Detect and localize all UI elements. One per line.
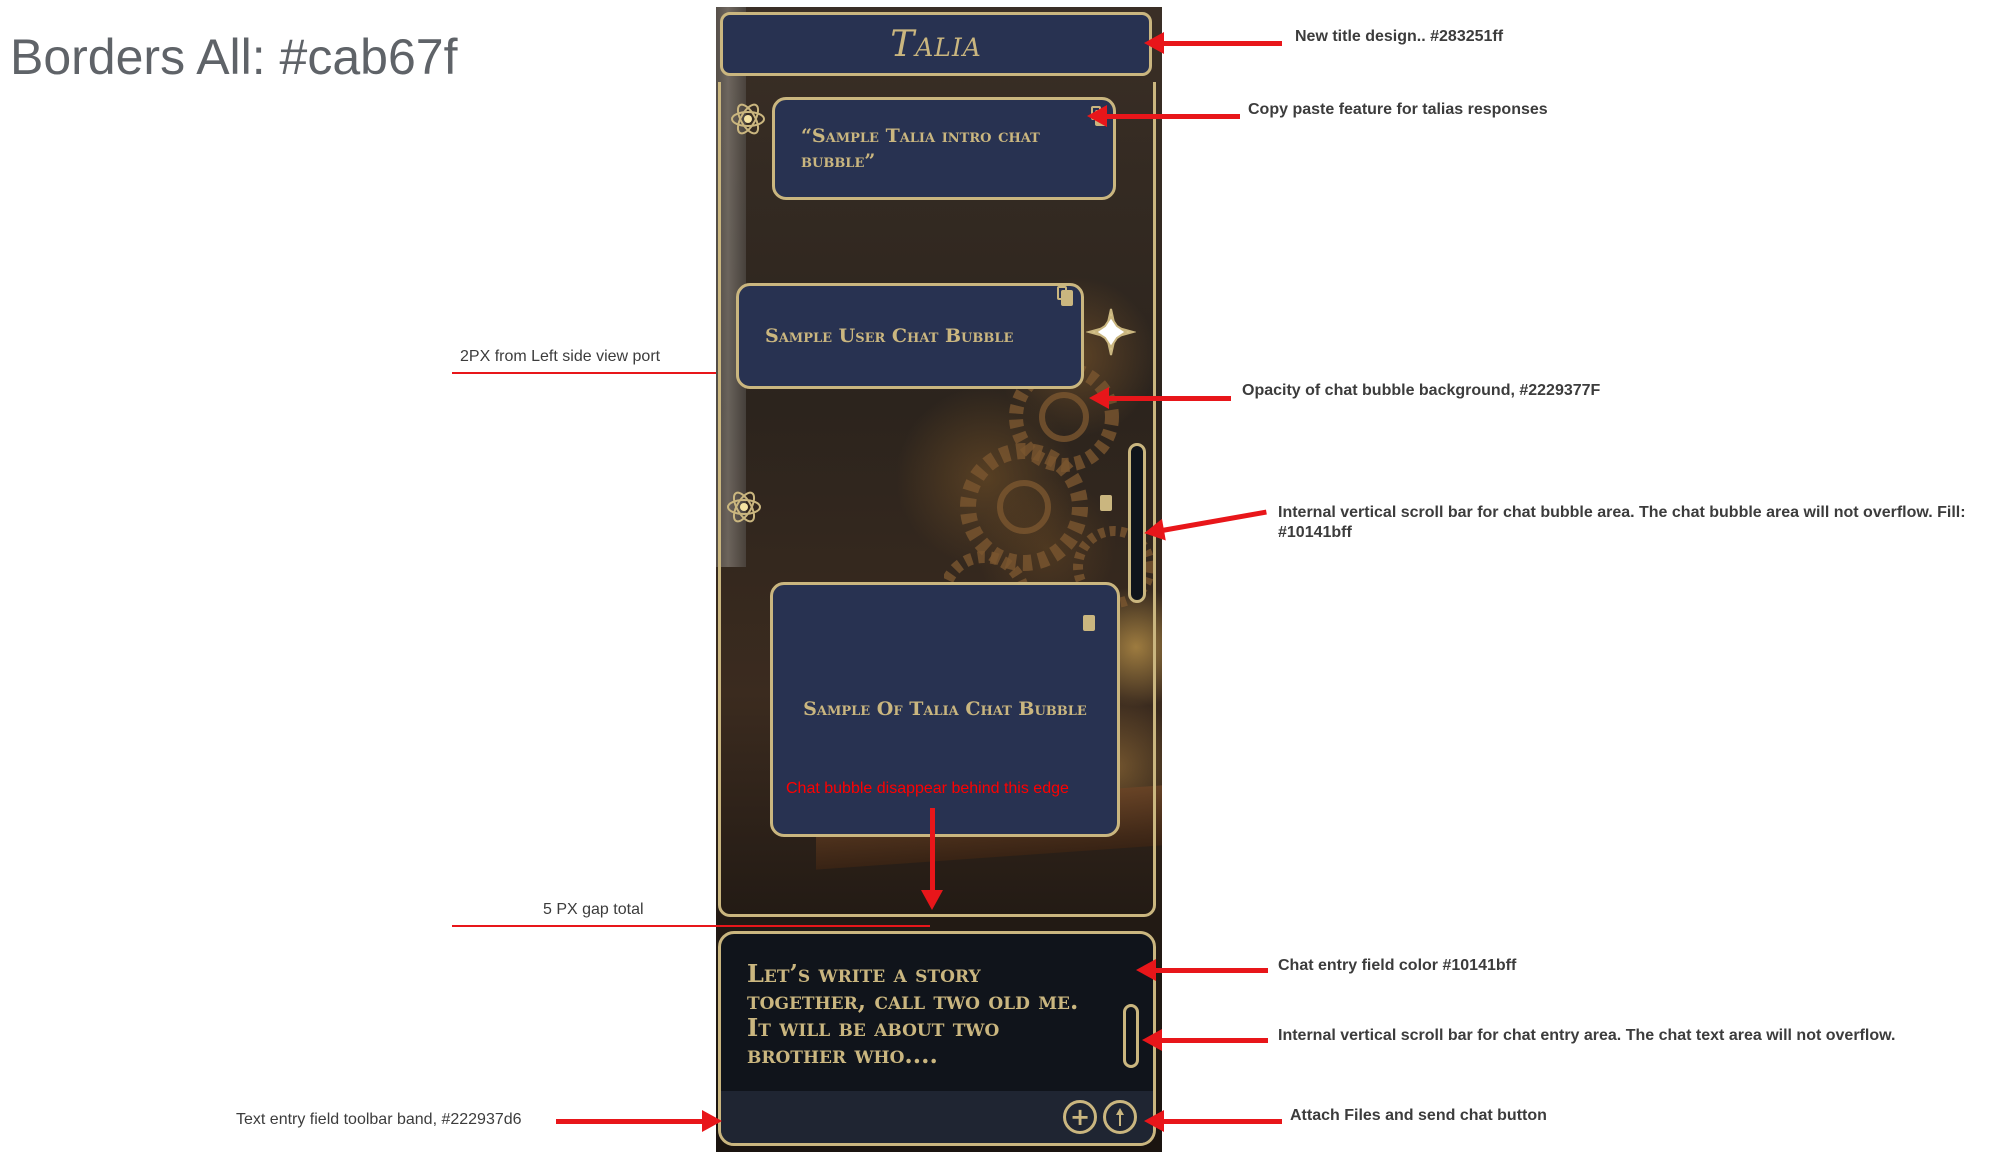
bubble-text: Sample Of Talia Chat Bubble	[803, 698, 1087, 720]
user-chat-bubble: Sample User Chat Bubble	[736, 283, 1084, 389]
entry-scrollbar[interactable]	[1123, 1004, 1139, 1068]
note-bubble-opacity: Opacity of chat bubble background, #2229…	[1242, 382, 1601, 399]
talia-chat-bubble: Sample Of Talia Chat Bubble	[770, 582, 1120, 837]
send-glyph-icon	[1116, 1108, 1124, 1126]
arrow-copy	[1087, 105, 1240, 127]
note-copy-paste: Copy paste feature for talias responses	[1248, 101, 1548, 118]
page-heading: Borders All: #cab67f	[10, 29, 458, 85]
talia-avatar-icon	[727, 491, 761, 523]
arrow-bubble-opacity	[1089, 387, 1231, 409]
copy-icon[interactable]	[1057, 286, 1073, 306]
arrow-attach-send	[1144, 1110, 1282, 1132]
copy-icon[interactable]	[1100, 495, 1112, 511]
arrow-chat-scroll	[1161, 509, 1267, 533]
chat-app-mockup: Talia “Sample Talia intro chat bubble” S…	[716, 7, 1162, 1152]
title-bar: Talia	[720, 12, 1152, 76]
bubble-text: “Sample Talia intro chat bubble”	[801, 125, 1040, 172]
note-chat-scroll: Internal vertical scroll bar for chat bu…	[1278, 504, 1966, 541]
arrow-entry-scroll	[1142, 1029, 1268, 1051]
bubble-text: Sample User Chat Bubble	[765, 325, 1014, 347]
arrow-title	[1144, 32, 1282, 54]
copy-icon[interactable]	[1083, 615, 1095, 631]
note-title-design: New title design.. #283251ff	[1295, 28, 1504, 45]
note-gap-total: 5 PX gap total	[543, 901, 644, 918]
note-entry-color: Chat entry field color #10141bff	[1278, 957, 1517, 974]
plus-circle-icon[interactable]: +	[1063, 1100, 1097, 1134]
line-left-gap	[452, 372, 716, 374]
note-attach-send: Attach Files and send chat button	[1290, 1107, 1547, 1124]
talia-intro-bubble: “Sample Talia intro chat bubble”	[772, 97, 1116, 200]
line-gap-total	[452, 925, 930, 927]
user-avatar-icon	[1086, 308, 1136, 356]
send-icon[interactable]	[1103, 1100, 1137, 1134]
note-toolbar-band: Text entry field toolbar band, #222937d6	[236, 1111, 522, 1128]
arrow-entry-color	[1136, 959, 1268, 981]
arrow-edge	[921, 808, 943, 910]
note-entry-scroll: Internal vertical scroll bar for chat en…	[1278, 1027, 1896, 1044]
talia-avatar-icon	[731, 103, 765, 135]
chat-entry-text[interactable]: Let’s write a story together, call two o…	[747, 960, 1097, 1068]
chat-entry-field[interactable]: Let’s write a story together, call two o…	[718, 931, 1156, 1146]
note-left-gap: 2PX from Left side view port	[460, 348, 661, 365]
bubble-edge-note: Chat bubble disappear behind this edge	[786, 780, 1069, 797]
entry-toolbar: +	[721, 1091, 1153, 1143]
arrow-toolbar	[556, 1110, 722, 1132]
app-title: Talia	[890, 23, 982, 65]
